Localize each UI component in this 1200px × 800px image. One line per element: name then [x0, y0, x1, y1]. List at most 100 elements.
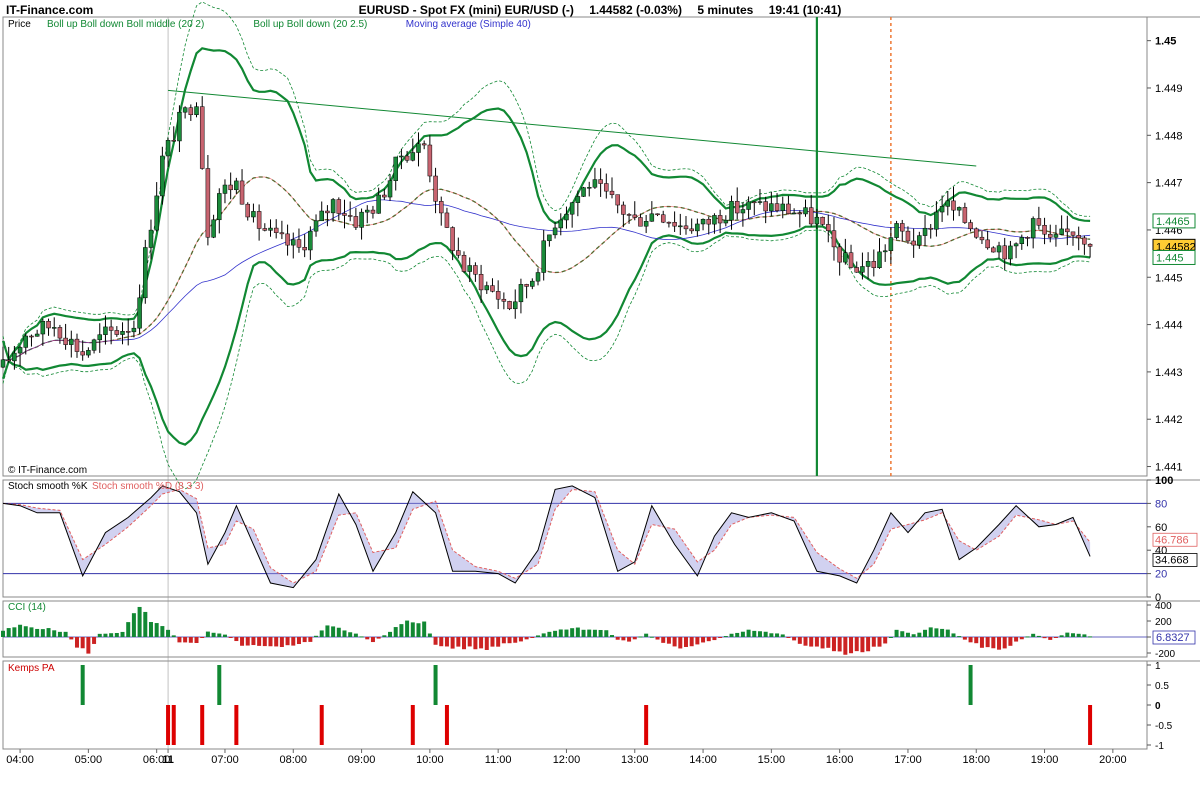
cci-bar	[997, 637, 1002, 650]
cci-badge: 6.8327	[1156, 632, 1190, 644]
cci-bar	[467, 637, 472, 647]
candle-body	[376, 194, 381, 214]
candle-body	[23, 335, 29, 348]
cci-bar	[92, 637, 97, 644]
x-tick-label: 07:00	[211, 754, 239, 766]
cci-bar	[729, 633, 734, 637]
cci-bar	[609, 635, 614, 637]
candle-body	[1013, 243, 1019, 247]
cci-bar	[797, 637, 802, 644]
kemps-y-tick-label: 0	[1155, 701, 1161, 712]
candle-body	[410, 152, 416, 161]
candle-body	[530, 280, 535, 287]
candle-body	[182, 107, 188, 113]
x-tick-label: 18:00	[962, 754, 990, 766]
candle-body	[894, 223, 899, 238]
candle-body	[251, 211, 256, 218]
cci-bar	[479, 637, 484, 649]
price-legend-item: Boll up Boll down (20 2.5)	[253, 19, 367, 30]
price-y-tick-label: 1.445	[1155, 272, 1183, 284]
candle-body	[268, 227, 273, 231]
cci-bar	[1014, 637, 1019, 642]
candle-body	[239, 180, 245, 205]
panel-frame-price	[2, 16, 1148, 477]
candle-body	[917, 235, 922, 246]
candle-body	[199, 106, 205, 169]
candle-body	[444, 212, 450, 228]
candle-body	[1019, 237, 1025, 245]
candle-body	[228, 184, 233, 191]
cci-bar	[46, 628, 51, 637]
cci-bar	[97, 633, 102, 637]
cci-bar	[325, 625, 330, 637]
candle-body	[342, 213, 347, 216]
candle-body	[108, 326, 114, 331]
cci-bar	[217, 633, 222, 637]
cci-bar	[12, 627, 17, 637]
cci-bar	[968, 637, 973, 643]
candle-body	[308, 230, 313, 251]
cci-bar	[957, 636, 962, 638]
cci-bar	[342, 630, 347, 637]
cci-bar	[780, 634, 785, 637]
cci-bar	[228, 637, 233, 638]
candle-body	[922, 227, 928, 236]
candle-body	[1042, 225, 1047, 235]
cci-bar	[775, 633, 780, 637]
candle-body	[1087, 243, 1093, 247]
cci-bar	[194, 637, 199, 643]
candle-body	[484, 285, 490, 291]
cci-bar	[245, 637, 250, 646]
candle-body	[854, 267, 859, 273]
cci-bar	[177, 637, 182, 643]
candle-body	[797, 212, 803, 215]
candle-body	[137, 297, 142, 329]
cci-bar	[262, 637, 267, 647]
candle-body	[643, 221, 649, 227]
kemps-y-tick-label: 1	[1155, 661, 1161, 672]
cci-bar	[945, 629, 950, 637]
cci-bar	[1036, 635, 1041, 637]
cci-bar	[456, 637, 461, 647]
cci-bar	[649, 636, 654, 638]
cci-bar	[1071, 633, 1076, 637]
cci-bar	[689, 637, 694, 647]
cci-bar	[837, 637, 842, 652]
cci-bar	[683, 637, 688, 647]
candle-body	[456, 250, 461, 256]
candle-body	[683, 225, 689, 230]
cci-bar	[513, 637, 518, 643]
cci-bar	[655, 637, 660, 640]
axes: 04:00 05:00 06:0011 07:00 08:00 09:00 10:00 11:…	[6, 749, 1127, 766]
kemps-bar	[171, 705, 176, 745]
cci-bar	[849, 637, 854, 654]
candle-body	[205, 168, 211, 238]
candle-body	[996, 245, 1002, 253]
kemps-bar	[217, 665, 222, 705]
candle-body	[1036, 218, 1042, 226]
candle-body	[347, 215, 353, 217]
candle-body	[177, 111, 182, 142]
cci-bar	[871, 637, 876, 647]
cci-bar	[308, 637, 313, 642]
cci-bar	[501, 637, 506, 644]
candle-body	[888, 237, 894, 252]
stoch-legend-item: Stoch smooth %K	[8, 481, 88, 492]
cci-bar	[888, 637, 893, 638]
chart-canvas[interactable]: 1.451.4491.4481.4471.4461.4451.4441.4431…	[0, 0, 1200, 800]
candle-body	[450, 227, 455, 251]
candle-body	[991, 247, 996, 253]
candle-body	[848, 252, 854, 268]
cci-bar	[644, 633, 649, 637]
candle-body	[763, 201, 768, 212]
price-y-tick-label: 1.45	[1155, 36, 1176, 48]
cci-bar	[473, 637, 478, 650]
candle-body	[387, 180, 393, 198]
cci-bar	[496, 637, 501, 647]
stoch-y-tick-label: 80	[1155, 498, 1167, 510]
candle-body	[421, 143, 427, 146]
cci-bar	[752, 630, 757, 637]
candle-body	[171, 140, 176, 142]
cci-bar	[701, 637, 706, 643]
candle-body	[541, 240, 546, 273]
